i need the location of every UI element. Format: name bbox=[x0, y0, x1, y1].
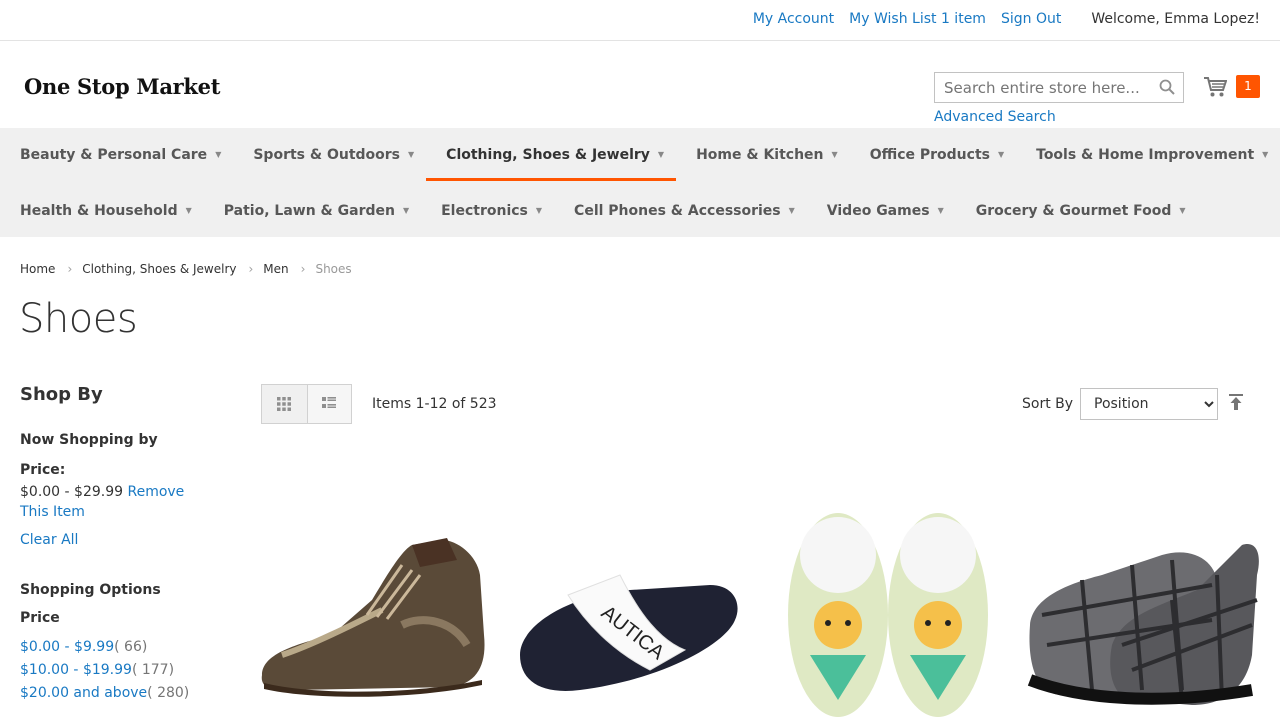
breadcrumb: Home › Clothing, Shoes & Jewelry › Men ›… bbox=[20, 262, 352, 276]
price-option-link[interactable]: $10.00 - $19.99 bbox=[20, 662, 132, 678]
nav-office-products[interactable]: Office Products ▼ bbox=[850, 128, 1016, 181]
category-navigation: Beauty & Personal Care ▼ Sports & Outdoor… bbox=[0, 128, 1280, 237]
active-filter: $0.00 - $29.99 Remove This Item bbox=[20, 482, 190, 522]
welcome-message: Welcome, Emma Lopez! bbox=[1091, 11, 1260, 27]
active-filter-label: Price: bbox=[20, 462, 66, 478]
my-wishlist-link[interactable]: My Wish List 1 item bbox=[849, 11, 986, 27]
nav-electronics[interactable]: Electronics ▼ bbox=[421, 184, 554, 237]
shop-by-heading: Shop By bbox=[20, 384, 103, 405]
chevron-down-icon: ▼ bbox=[997, 150, 1005, 159]
cart-count-badge[interactable]: 1 bbox=[1236, 75, 1260, 98]
grid-view-button[interactable] bbox=[262, 385, 307, 423]
price-filter-heading: Price bbox=[20, 610, 60, 626]
price-filter-options: $0.00 - $9.99( 66) $10.00 - $19.99( 177)… bbox=[20, 636, 189, 705]
items-count: Items 1-12 of 523 bbox=[372, 396, 497, 412]
advanced-search-link[interactable]: Advanced Search bbox=[934, 109, 1056, 125]
cart-icon[interactable] bbox=[1203, 76, 1227, 98]
nav-label: Health & Household bbox=[20, 203, 178, 219]
chevron-down-icon: ▼ bbox=[1179, 206, 1186, 215]
search-input[interactable] bbox=[935, 73, 1145, 102]
price-option-count: ( 280) bbox=[147, 685, 190, 701]
search-icon[interactable] bbox=[1159, 79, 1175, 95]
nav-label: Office Products bbox=[869, 147, 990, 163]
nav-grocery-gourmet-food[interactable]: Grocery & Gourmet Food ▼ bbox=[956, 184, 1198, 237]
nav-home-kitchen[interactable]: Home & Kitchen ▼ bbox=[676, 128, 850, 181]
chevron-down-icon: ▼ bbox=[535, 206, 543, 215]
product-image-pineapple-slippers[interactable] bbox=[770, 505, 1010, 720]
now-shopping-heading: Now Shopping by bbox=[20, 432, 158, 448]
breadcrumb-clothing[interactable]: Clothing, Shoes & Jewelry bbox=[82, 262, 236, 276]
sort-by-label: Sort By bbox=[1022, 396, 1074, 412]
sign-out-link[interactable]: Sign Out bbox=[1001, 11, 1061, 27]
nav-beauty-personal-care[interactable]: Beauty & Personal Care ▼ bbox=[0, 128, 233, 181]
chevron-down-icon: ▼ bbox=[215, 150, 222, 159]
nav-health-household[interactable]: Health & Household ▼ bbox=[0, 184, 204, 237]
list-icon bbox=[322, 397, 337, 408]
nav-video-games[interactable]: Video Games ▼ bbox=[807, 184, 956, 237]
breadcrumb-men[interactable]: Men bbox=[263, 262, 288, 276]
sidebar-filters: Shop By Now Shopping by Price: $0.00 - $… bbox=[20, 384, 230, 701]
nav-label: Tools & Home Improvement bbox=[1036, 147, 1255, 163]
nav-patio-lawn-garden[interactable]: Patio, Lawn & Garden ▼ bbox=[204, 184, 421, 237]
nav-label: Clothing, Shoes & Jewelry bbox=[446, 147, 650, 163]
price-option-link[interactable]: $20.00 and above bbox=[20, 685, 147, 701]
nav-label: Grocery & Gourmet Food bbox=[975, 203, 1172, 219]
price-option: $20.00 and above( 280) bbox=[20, 682, 189, 705]
product-image-plaid-slippers[interactable] bbox=[1022, 505, 1262, 720]
chevron-down-icon: ▼ bbox=[937, 206, 944, 215]
sort-by-select[interactable]: Position bbox=[1080, 388, 1218, 420]
nav-label: Electronics bbox=[441, 203, 528, 219]
store-logo[interactable]: One Stop Market bbox=[24, 74, 220, 99]
price-option: $10.00 - $19.99( 177) bbox=[20, 659, 189, 682]
clear-all-link[interactable]: Clear All bbox=[20, 532, 78, 548]
active-filter-value: $0.00 - $29.99 bbox=[20, 484, 124, 500]
nav-label: Video Games bbox=[826, 203, 930, 219]
nav-label: Beauty & Personal Care bbox=[20, 147, 208, 163]
nav-cell-phones-accessories[interactable]: Cell Phones & Accessories ▼ bbox=[554, 184, 807, 237]
chevron-down-icon: ▼ bbox=[657, 150, 665, 159]
price-option-count: ( 66) bbox=[114, 639, 148, 655]
nav-label: Cell Phones & Accessories bbox=[574, 203, 781, 219]
view-mode-switcher bbox=[261, 384, 352, 424]
shopping-options-heading: Shopping Options bbox=[20, 582, 161, 598]
breadcrumb-current: Shoes bbox=[315, 262, 352, 276]
header-links: My Account My Wish List 1 item Sign Out … bbox=[738, 11, 1260, 27]
product-image-slide-sandal[interactable]: AUTICA bbox=[510, 505, 750, 720]
my-account-link[interactable]: My Account bbox=[753, 11, 834, 27]
nav-label: Sports & Outdoors bbox=[253, 147, 401, 163]
nav-clothing-shoes-jewelry[interactable]: Clothing, Shoes & Jewelry ▼ bbox=[426, 128, 676, 181]
chevron-right-icon: › bbox=[67, 262, 73, 276]
chevron-right-icon: › bbox=[248, 262, 254, 276]
search-box bbox=[934, 72, 1184, 103]
page-title: Shoes bbox=[19, 296, 138, 342]
price-option-link[interactable]: $0.00 - $9.99 bbox=[20, 639, 114, 655]
chevron-down-icon: ▼ bbox=[831, 150, 838, 159]
chevron-down-icon: ▼ bbox=[1262, 150, 1269, 159]
chevron-down-icon: ▼ bbox=[185, 206, 192, 215]
chevron-right-icon: › bbox=[300, 262, 306, 276]
chevron-down-icon: ▼ bbox=[408, 150, 415, 159]
nav-tools-home-improvement[interactable]: Tools & Home Improvement ▼ bbox=[1016, 128, 1280, 181]
grid-icon bbox=[277, 397, 292, 411]
price-option-count: ( 177) bbox=[131, 662, 175, 678]
nav-label: Home & Kitchen bbox=[696, 147, 824, 163]
sort-direction-arrow-icon[interactable] bbox=[1229, 394, 1243, 410]
product-image-leather-boot[interactable] bbox=[252, 505, 492, 720]
price-option: $0.00 - $9.99( 66) bbox=[20, 636, 189, 659]
nav-label: Patio, Lawn & Garden bbox=[223, 203, 395, 219]
breadcrumb-home[interactable]: Home bbox=[20, 262, 55, 276]
list-view-button[interactable] bbox=[306, 385, 351, 423]
chevron-down-icon: ▼ bbox=[788, 206, 795, 215]
top-header-bar: My Account My Wish List 1 item Sign Out … bbox=[0, 0, 1280, 41]
nav-sports-outdoors[interactable]: Sports & Outdoors ▼ bbox=[233, 128, 426, 181]
chevron-down-icon: ▼ bbox=[402, 206, 410, 215]
